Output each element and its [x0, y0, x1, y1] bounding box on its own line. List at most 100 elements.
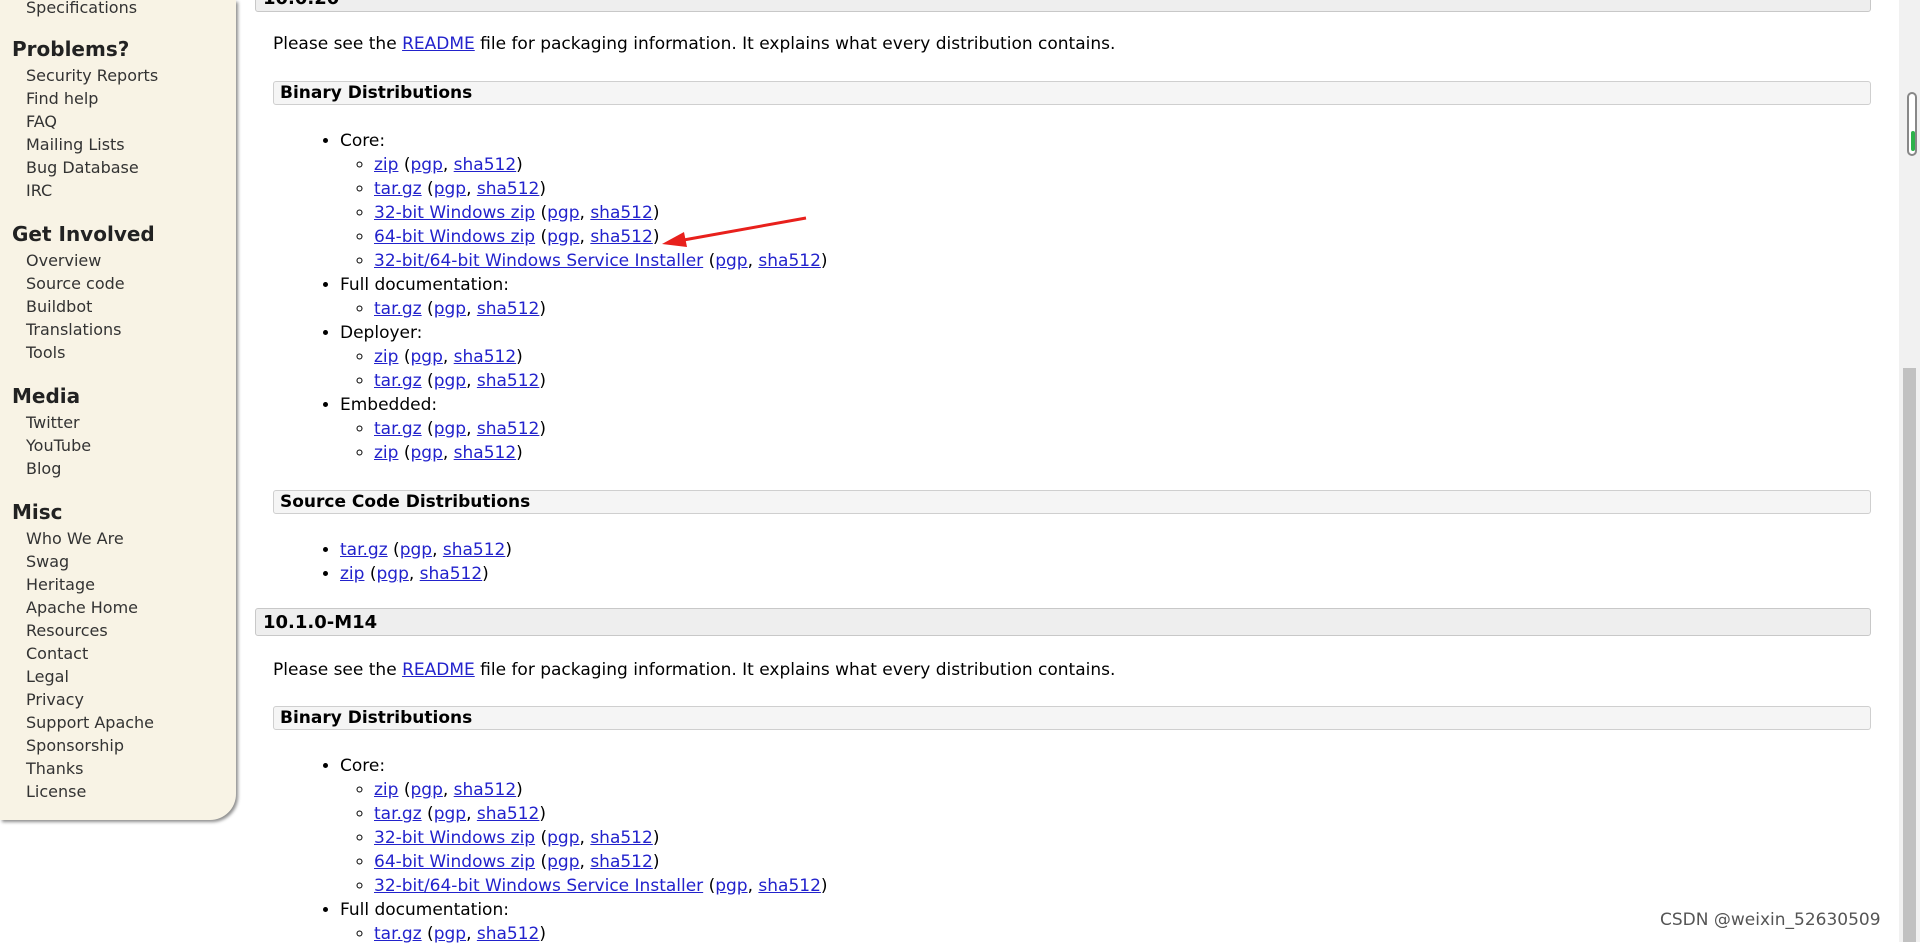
- sidebar-link[interactable]: Bug Database: [26, 158, 139, 177]
- sidebar-item-who-we-are[interactable]: Who We Are: [26, 527, 154, 550]
- sha512-link[interactable]: sha512: [758, 251, 821, 271]
- sidebar-item-sponsorship[interactable]: Sponsorship: [26, 734, 154, 757]
- sidebar-item-thanks[interactable]: Thanks: [26, 757, 154, 780]
- sidebar-link[interactable]: IRC: [26, 181, 52, 200]
- sidebar-link[interactable]: Specifications: [26, 0, 137, 17]
- pgp-link[interactable]: pgp: [434, 371, 466, 391]
- sidebar-link[interactable]: FAQ: [26, 112, 57, 131]
- sidebar-link[interactable]: Contact: [26, 644, 88, 663]
- download-link[interactable]: tar.gz: [374, 419, 422, 439]
- download-link[interactable]: 64-bit Windows zip: [374, 227, 535, 247]
- download-link[interactable]: 32-bit Windows zip: [374, 203, 535, 223]
- sha512-link[interactable]: sha512: [477, 804, 540, 824]
- sha512-link[interactable]: sha512: [477, 419, 540, 439]
- sidebar-link[interactable]: Sponsorship: [26, 736, 124, 755]
- sidebar-item-bug-database[interactable]: Bug Database: [26, 156, 158, 179]
- sidebar-link[interactable]: License: [26, 782, 86, 801]
- download-link[interactable]: zip: [374, 780, 398, 800]
- sidebar-item-contact[interactable]: Contact: [26, 642, 154, 665]
- sha512-link[interactable]: sha512: [454, 347, 517, 367]
- sidebar-item-support-apache[interactable]: Support Apache: [26, 711, 154, 734]
- pgp-link[interactable]: pgp: [547, 828, 579, 848]
- sidebar-link[interactable]: Buildbot: [26, 297, 92, 316]
- sidebar-item-specifications[interactable]: Specifications: [26, 0, 137, 19]
- sidebar-item-mailing-lists[interactable]: Mailing Lists: [26, 133, 158, 156]
- sidebar-link[interactable]: Blog: [26, 459, 61, 478]
- download-link[interactable]: zip: [374, 155, 398, 175]
- download-link[interactable]: tar.gz: [374, 371, 422, 391]
- download-link[interactable]: 32-bit/64-bit Windows Service Installer: [374, 876, 703, 896]
- sidebar-item-apache-home[interactable]: Apache Home: [26, 596, 154, 619]
- sha512-link[interactable]: sha512: [454, 443, 517, 463]
- sidebar-link[interactable]: Thanks: [26, 759, 83, 778]
- sidebar-link[interactable]: Who We Are: [26, 529, 124, 548]
- download-link[interactable]: tar.gz: [374, 924, 422, 944]
- sidebar-link[interactable]: Swag: [26, 552, 69, 571]
- sha512-link[interactable]: sha512: [454, 155, 517, 175]
- pgp-link[interactable]: pgp: [434, 804, 466, 824]
- sha512-link[interactable]: sha512: [590, 203, 653, 223]
- pgp-link[interactable]: pgp: [434, 299, 466, 319]
- sidebar-link[interactable]: Security Reports: [26, 66, 158, 85]
- pgp-link[interactable]: pgp: [400, 540, 432, 560]
- sidebar-link[interactable]: Resources: [26, 621, 108, 640]
- sidebar-link[interactable]: YouTube: [26, 436, 91, 455]
- sidebar-item-legal[interactable]: Legal: [26, 665, 154, 688]
- download-link[interactable]: tar.gz: [374, 179, 422, 199]
- sidebar-link[interactable]: Legal: [26, 667, 69, 686]
- sha512-link[interactable]: sha512: [477, 179, 540, 199]
- download-link[interactable]: tar.gz: [374, 804, 422, 824]
- sidebar-item-translations[interactable]: Translations: [26, 318, 155, 341]
- sidebar-item-overview[interactable]: Overview: [26, 249, 155, 272]
- sidebar-link[interactable]: Find help: [26, 89, 98, 108]
- pgp-link[interactable]: pgp: [376, 564, 408, 584]
- pgp-link[interactable]: pgp: [715, 876, 747, 896]
- sidebar-item-security-reports[interactable]: Security Reports: [26, 64, 158, 87]
- sha512-link[interactable]: sha512: [758, 876, 821, 896]
- sidebar-item-license[interactable]: License: [26, 780, 154, 803]
- pgp-link[interactable]: pgp: [547, 227, 579, 247]
- sidebar-item-youtube[interactable]: YouTube: [26, 434, 91, 457]
- readme-link[interactable]: README: [402, 34, 475, 54]
- sha512-link[interactable]: sha512: [590, 227, 653, 247]
- sha512-link[interactable]: sha512: [477, 299, 540, 319]
- download-link[interactable]: 32-bit/64-bit Windows Service Installer: [374, 251, 703, 271]
- sha512-link[interactable]: sha512: [420, 564, 483, 584]
- download-link[interactable]: tar.gz: [374, 299, 422, 319]
- sidebar-link[interactable]: Translations: [26, 320, 122, 339]
- sha512-link[interactable]: sha512: [477, 371, 540, 391]
- sidebar-link[interactable]: Overview: [26, 251, 101, 270]
- sha512-link[interactable]: sha512: [443, 540, 506, 560]
- download-link[interactable]: tar.gz: [340, 540, 388, 560]
- sidebar-item-tools[interactable]: Tools: [26, 341, 155, 364]
- sidebar-link[interactable]: Tools: [26, 343, 65, 362]
- sha512-link[interactable]: sha512: [454, 780, 517, 800]
- sidebar-link[interactable]: Source code: [26, 274, 125, 293]
- sidebar-item-faq[interactable]: FAQ: [26, 110, 158, 133]
- sha512-link[interactable]: sha512: [590, 852, 653, 872]
- sidebar-link[interactable]: Apache Home: [26, 598, 138, 617]
- sidebar-item-blog[interactable]: Blog: [26, 457, 91, 480]
- download-link[interactable]: zip: [374, 443, 398, 463]
- sha512-link[interactable]: sha512: [590, 828, 653, 848]
- scrollbar-thumb[interactable]: [1903, 368, 1916, 942]
- sidebar-item-find-help[interactable]: Find help: [26, 87, 158, 110]
- sidebar-item-resources[interactable]: Resources: [26, 619, 154, 642]
- pgp-link[interactable]: pgp: [715, 251, 747, 271]
- sidebar-item-buildbot[interactable]: Buildbot: [26, 295, 155, 318]
- sidebar-item-heritage[interactable]: Heritage: [26, 573, 154, 596]
- pgp-link[interactable]: pgp: [547, 203, 579, 223]
- sidebar-item-privacy[interactable]: Privacy: [26, 688, 154, 711]
- sidebar-link[interactable]: Mailing Lists: [26, 135, 125, 154]
- sidebar-item-twitter[interactable]: Twitter: [26, 411, 91, 434]
- sidebar-link[interactable]: Twitter: [26, 413, 80, 432]
- pgp-link[interactable]: pgp: [410, 780, 442, 800]
- download-link[interactable]: zip: [374, 347, 398, 367]
- pgp-link[interactable]: pgp: [434, 924, 466, 944]
- pgp-link[interactable]: pgp: [434, 419, 466, 439]
- sidebar-link[interactable]: Support Apache: [26, 713, 154, 732]
- download-link[interactable]: zip: [340, 564, 364, 584]
- sidebar-item-source-code[interactable]: Source code: [26, 272, 155, 295]
- pgp-link[interactable]: pgp: [547, 852, 579, 872]
- pgp-link[interactable]: pgp: [410, 155, 442, 175]
